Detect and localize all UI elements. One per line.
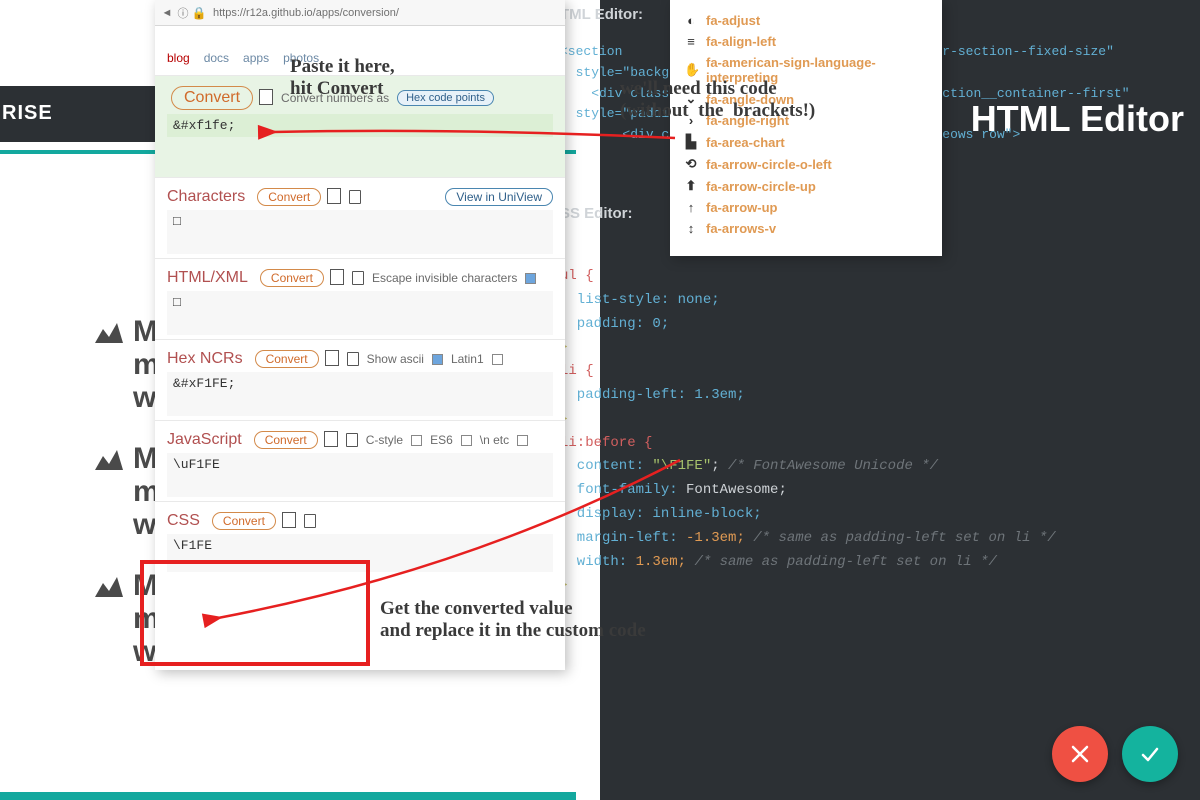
arrow-replace <box>210 450 690 630</box>
view-uniview-button[interactable]: View in UniView <box>445 188 553 206</box>
hexncr-field[interactable]: &#xF1FE; <box>167 372 553 416</box>
cancel-button[interactable] <box>1052 726 1108 782</box>
fa-arrows-v-icon: ↕ <box>684 221 698 236</box>
escape-invisible-checkbox[interactable] <box>525 273 536 284</box>
arrow-paste <box>265 120 685 160</box>
option-label: ES6 <box>430 433 453 447</box>
close-icon <box>1070 744 1090 764</box>
show-ascii-checkbox[interactable] <box>432 354 443 365</box>
info-icon[interactable]: ⓘ <box>175 5 191 21</box>
brand-label: BIRISE <box>0 102 53 125</box>
tab-css-editor[interactable]: SS Editor: <box>560 205 633 222</box>
es6-checkbox[interactable] <box>461 435 472 446</box>
fa-arrow-up-icon: ↑ <box>684 200 698 215</box>
latin1-checkbox[interactable] <box>492 354 503 365</box>
confirm-button[interactable] <box>1122 726 1178 782</box>
option-label: \n etc <box>480 433 509 447</box>
htmlxml-field[interactable]: □ <box>167 291 553 335</box>
convert-button[interactable]: Convert <box>255 350 319 368</box>
convert-button[interactable]: Convert <box>254 431 318 449</box>
section-htmlxml: HTML/XML Convert Escape invisible charac… <box>155 259 565 340</box>
copy-icon[interactable] <box>261 91 273 105</box>
option-label: C-style <box>366 433 403 447</box>
back-icon[interactable]: ◄ <box>159 7 175 19</box>
option-label: Escape invisible characters <box>372 271 517 285</box>
copy-icon[interactable] <box>332 271 344 285</box>
newline-checkbox[interactable] <box>517 435 528 446</box>
hex-codepoints-chip[interactable]: Hex code points <box>397 90 494 106</box>
option-label: Latin1 <box>451 352 484 366</box>
section-heading: JavaScript <box>167 431 242 449</box>
fa-align-left-icon: ≡ <box>684 34 698 49</box>
url-field[interactable]: https://r12a.github.io/apps/conversion/ <box>207 7 561 19</box>
fa-asl-icon: ✋ <box>684 62 698 78</box>
section-heading: HTML/XML <box>167 269 248 287</box>
nav-link[interactable]: blog <box>167 51 190 65</box>
section-characters: Characters Convert View in UniView □ <box>155 178 565 259</box>
section-heading: Characters <box>167 188 245 206</box>
convert-button[interactable]: Convert <box>260 269 324 287</box>
copy-icon[interactable] <box>326 433 338 447</box>
cstyle-checkbox[interactable] <box>411 435 422 446</box>
list-item[interactable]: ⬆fa-arrow-circle-up[&#xf0aa;] <box>684 175 928 197</box>
convert-button[interactable]: Convert <box>257 188 321 206</box>
list-item[interactable]: ◐fa-adjust[&#xf042;] <box>684 10 928 31</box>
list-item[interactable]: ≡fa-align-left[&#xf036;] <box>684 31 928 52</box>
annotation-paste: Paste it here, hit Convert <box>290 56 395 100</box>
document-icon[interactable] <box>352 271 364 285</box>
copy-icon[interactable] <box>329 190 341 204</box>
section-heading: Hex NCRs <box>167 350 243 368</box>
option-label: Show ascii <box>367 352 424 366</box>
list-item[interactable]: ▙fa-area-chart[&#xf1fe;] <box>684 131 928 153</box>
accent-bar-bottom <box>0 792 576 800</box>
list-item[interactable]: ⟲fa-arrow-circle-o-left[&#xf190;] <box>684 153 928 175</box>
list-item[interactable]: ↑fa-arrow-up[&#xf062;] <box>684 197 928 218</box>
address-bar: ◄ ⓘ 🔒 https://r12a.github.io/apps/conver… <box>155 0 565 26</box>
document-icon[interactable] <box>346 433 358 447</box>
characters-field[interactable]: □ <box>167 210 553 254</box>
fa-adjust-icon: ◐ <box>684 13 698 28</box>
section-heading: CSS <box>167 512 200 530</box>
convert-button[interactable]: Convert <box>171 86 253 110</box>
copy-icon[interactable] <box>327 352 339 366</box>
document-icon[interactable] <box>347 352 359 366</box>
document-icon[interactable] <box>349 190 361 204</box>
list-item[interactable]: ↕fa-arrows-v[&#xf07d;] <box>684 218 928 239</box>
check-icon <box>1139 743 1161 765</box>
fa-arrow-circle-up-icon: ⬆ <box>684 178 698 194</box>
fa-arrow-circle-left-icon: ⟲ <box>684 156 698 172</box>
nav-link[interactable]: apps <box>243 51 269 65</box>
fontawesome-icon-list: ◐fa-adjust[&#xf042;] ≡fa-align-left[&#xf… <box>670 0 942 256</box>
lock-icon: 🔒 <box>191 6 207 20</box>
nav-link[interactable]: docs <box>204 51 229 65</box>
fa-area-chart-icon: ▙ <box>684 134 698 150</box>
section-hexncr: Hex NCRs Convert Show ascii Latin1 &#xF1… <box>155 340 565 421</box>
annotation-need-code: we'll need this code (without the bracke… <box>620 78 815 122</box>
tab-html-editor[interactable]: TML Editor: <box>560 6 643 23</box>
